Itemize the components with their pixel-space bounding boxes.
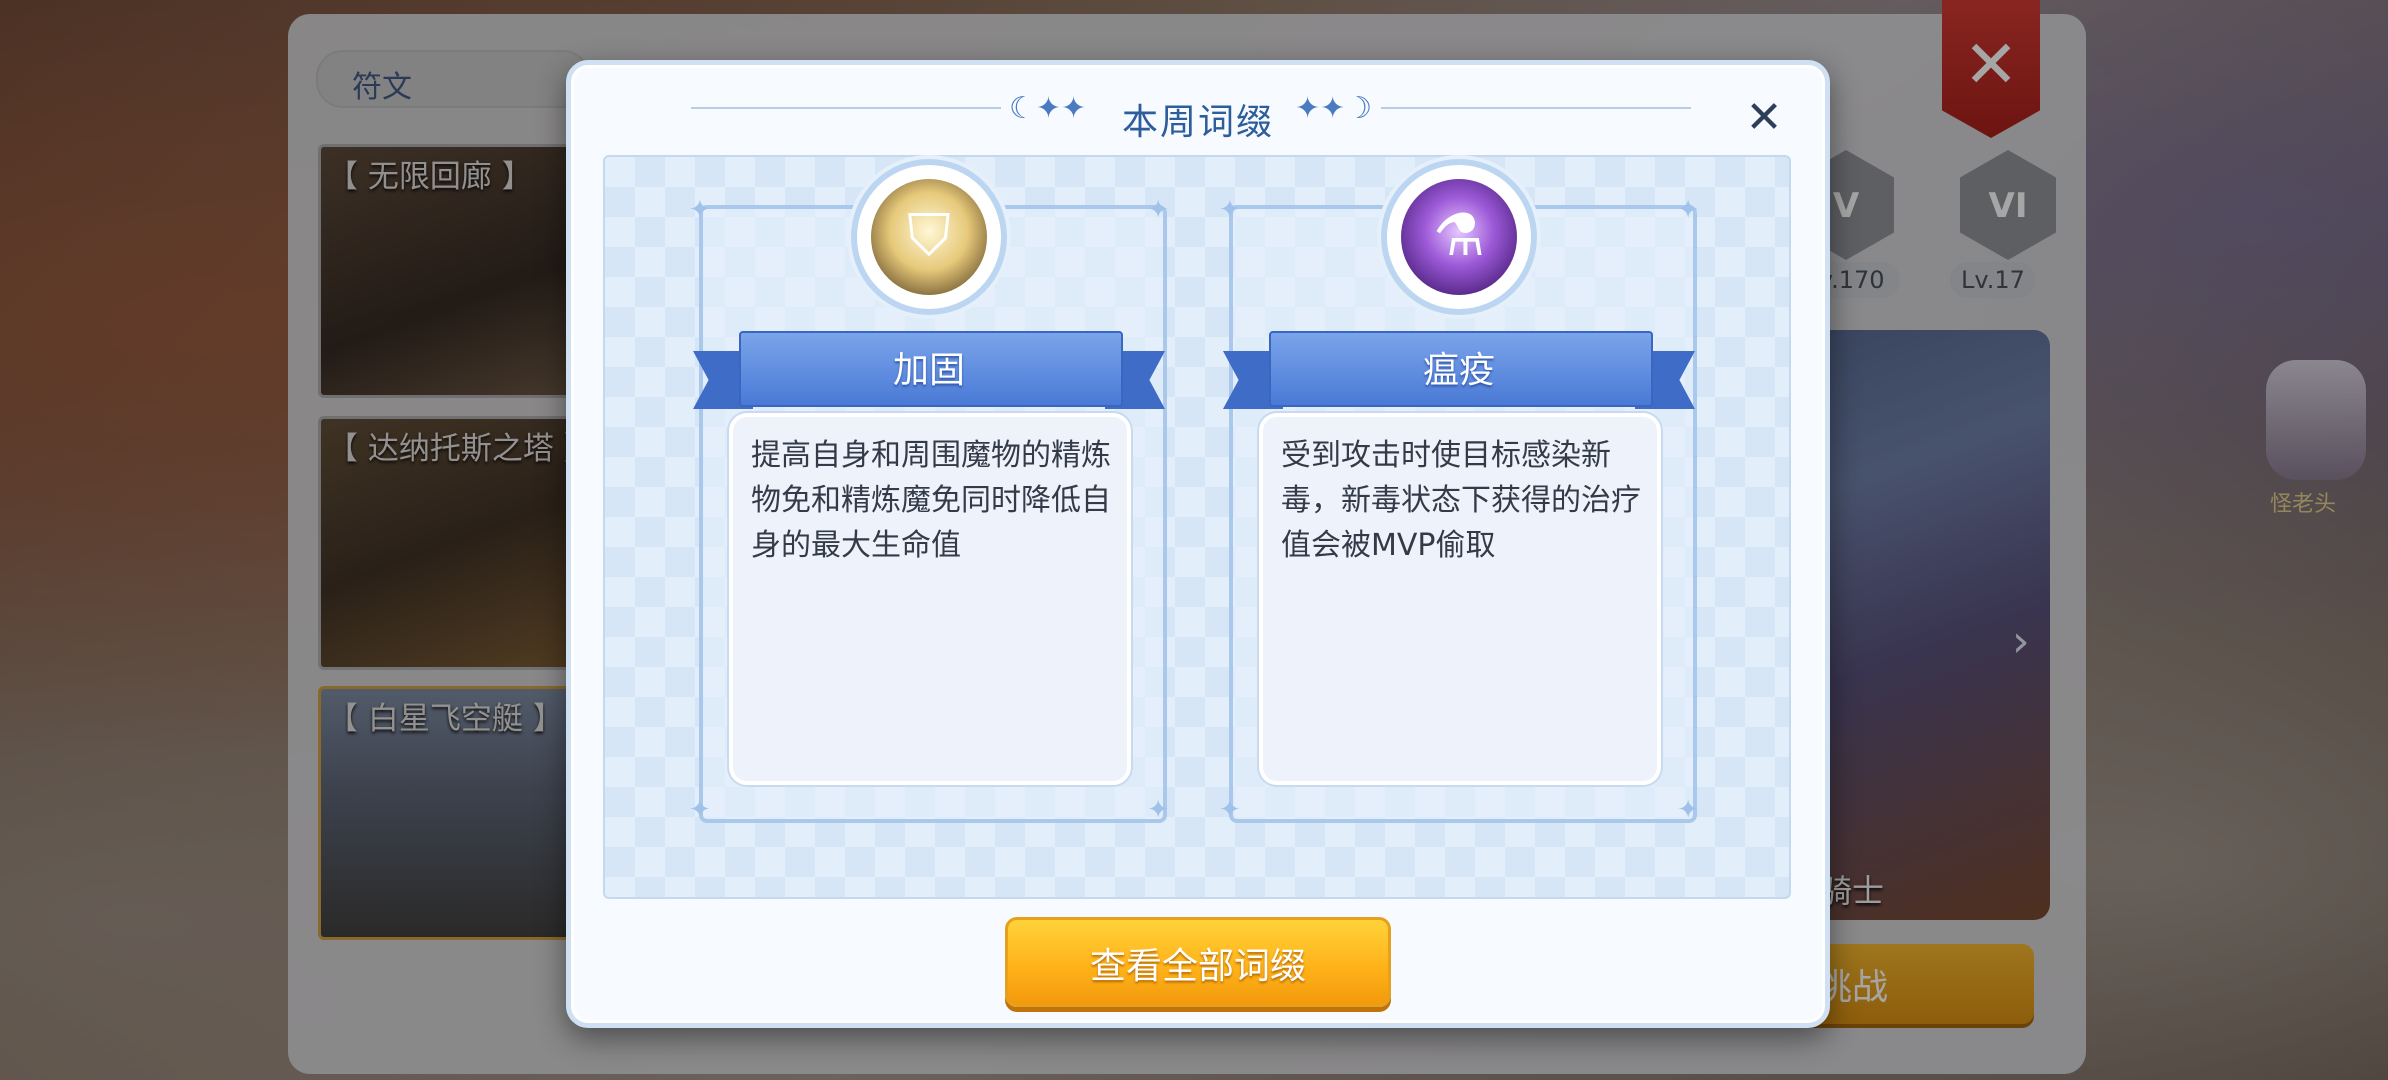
- dialog-title: 本周词缀: [1121, 102, 1274, 143]
- affix-card: ✦ ✦ ✦ ✦ 受到攻击时使目标感染新毒，新毒状态下获得的治疗值会被MVP偷取 …: [1219, 165, 1699, 825]
- affix-name: 瘟疫: [1422, 350, 1495, 391]
- affix-icon-medal: ⛉: [857, 165, 1001, 309]
- sparkle-icon: ✦: [1677, 195, 1699, 225]
- sparkle-icon: ✦: [689, 795, 711, 825]
- close-icon[interactable]: ✕: [1739, 93, 1789, 143]
- view-all-affixes-label: 查看全部词缀: [1089, 946, 1306, 987]
- affix-name-ribbon: 加固: [693, 331, 1165, 413]
- affix-card: ✦ ✦ ✦ ✦ 提高自身和周围魔物的精炼物免和精炼魔免同时降低自身的最大生命值 …: [689, 165, 1169, 825]
- shield-icon: ⛉: [871, 179, 987, 295]
- sparkle-icon: ✦: [1219, 795, 1241, 825]
- view-all-affixes-button[interactable]: 查看全部词缀: [1005, 917, 1391, 1007]
- sparkle-icon: ✦: [1219, 195, 1241, 225]
- affix-name: 加固: [892, 350, 965, 391]
- sparkle-icon: ✦: [1677, 795, 1699, 825]
- weekly-affix-dialog: ☾✦✦ ✦✦☽ 本周词缀 ✕ ✦ ✦ ✦ ✦ 提高自身和周围魔物的精炼物免和精炼…: [566, 60, 1830, 1028]
- poison-flask-icon: ⚗: [1401, 179, 1517, 295]
- affix-description: 受到攻击时使目标感染新毒，新毒状态下获得的治疗值会被MVP偷取: [1281, 438, 1641, 563]
- affix-icon-medal: ⚗: [1387, 165, 1531, 309]
- sparkle-icon: ✦: [1147, 795, 1169, 825]
- sparkle-icon: ✦: [689, 195, 711, 225]
- sparkle-icon: ✦: [1147, 195, 1169, 225]
- affix-description: 提高自身和周围魔物的精炼物免和精炼魔免同时降低自身的最大生命值: [751, 438, 1111, 563]
- affix-name-ribbon: 瘟疫: [1223, 331, 1695, 413]
- affix-description-box: 提高自身和周围魔物的精炼物免和精炼魔免同时降低自身的最大生命值: [729, 413, 1131, 785]
- affix-description-box: 受到攻击时使目标感染新毒，新毒状态下获得的治疗值会被MVP偷取: [1259, 413, 1661, 785]
